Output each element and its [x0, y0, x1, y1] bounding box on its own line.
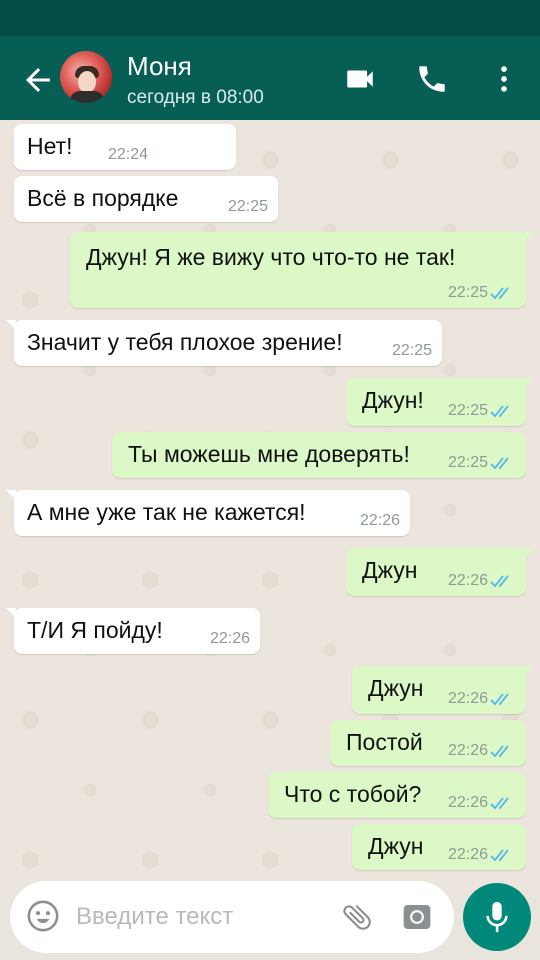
read-ticks-icon	[490, 405, 509, 418]
message-text: Всё в порядке	[27, 185, 179, 211]
message-incoming[interactable]: А мне уже так не кажется! 22:26	[6, 490, 410, 536]
message-time: 22:25	[447, 284, 488, 301]
message-time: 22:25	[447, 402, 488, 419]
message-time: 22:24	[107, 146, 148, 163]
message-time: 22:26	[447, 846, 488, 863]
message-incoming[interactable]: Всё в порядке 22:25	[14, 176, 278, 222]
message-time: 22:26	[447, 742, 488, 759]
message-time: 22:26	[209, 630, 250, 647]
more-vert-icon[interactable]	[486, 62, 522, 96]
message-time: 22:26	[359, 512, 400, 529]
message-incoming[interactable]: Нет! 22:24	[14, 124, 236, 170]
message-outgoing[interactable]: Джун 22:26	[352, 824, 526, 870]
message-outgoing[interactable]: Джун 22:26	[352, 666, 534, 714]
message-outgoing[interactable]: Джун 22:26	[346, 548, 534, 596]
last-seen-status: сегодня в 08:00	[127, 87, 264, 108]
message-time: 22:26	[447, 572, 488, 589]
video-call-icon[interactable]	[342, 62, 378, 96]
back-arrow-icon[interactable]	[20, 62, 56, 98]
message-list[interactable]: Нет! 22:24 Всё в порядке 22:25 Джун! Я ж…	[0, 120, 540, 890]
message-incoming[interactable]: Значит у тебя плохое зрение! 22:25	[6, 320, 442, 366]
message-input[interactable]	[76, 891, 326, 943]
message-text: Значит у тебя плохое зрение!	[27, 329, 343, 355]
message-text: Постой	[346, 729, 423, 755]
emoji-icon[interactable]	[26, 899, 60, 933]
read-ticks-icon	[490, 745, 509, 758]
contact-name[interactable]: Моня	[127, 51, 192, 82]
message-text: Джун! Я же вижу что что-то не так!	[86, 244, 456, 270]
avatar[interactable]	[60, 51, 112, 103]
message-text: Ты можешь мне доверять!	[128, 441, 410, 467]
message-text: А мне уже так не кажется!	[27, 499, 306, 525]
phone-icon[interactable]	[414, 62, 450, 96]
message-outgoing[interactable]: Ты можешь мне доверять! 22:25	[112, 432, 526, 478]
read-ticks-icon	[490, 693, 509, 706]
read-ticks-icon	[490, 287, 509, 300]
status-bar	[0, 0, 540, 36]
camera-icon[interactable]	[400, 901, 434, 933]
message-outgoing[interactable]: Что с тобой? 22:26	[268, 772, 526, 818]
message-text: Джун	[368, 833, 424, 859]
chat-header: Моня сегодня в 08:00	[0, 36, 540, 120]
message-time: 22:26	[447, 690, 488, 707]
message-text: Джун	[362, 557, 418, 583]
message-outgoing[interactable]: Джун! 22:25	[346, 378, 534, 426]
message-time: 22:26	[447, 794, 488, 811]
message-text: Что с тобой?	[284, 781, 422, 807]
attach-icon[interactable]	[340, 899, 374, 935]
message-time: 22:25	[391, 342, 432, 359]
message-text: Т/И Я пойду!	[27, 617, 163, 643]
read-ticks-icon	[490, 849, 509, 862]
message-text: Джун	[368, 675, 424, 701]
message-time: 22:25	[447, 454, 488, 471]
read-ticks-icon	[490, 575, 509, 588]
message-composer	[10, 881, 454, 953]
message-time: 22:25	[227, 198, 268, 215]
message-incoming[interactable]: Т/И Я пойду! 22:26	[6, 608, 260, 654]
read-ticks-icon	[490, 457, 509, 470]
read-ticks-icon	[490, 797, 509, 810]
message-outgoing[interactable]: Постой 22:26	[330, 720, 526, 766]
message-text: Нет!	[27, 133, 73, 159]
mic-icon	[486, 901, 508, 933]
message-outgoing[interactable]: Джун! Я же вижу что что-то не так! 22:25	[70, 232, 534, 308]
mic-button[interactable]	[463, 883, 531, 951]
message-text: Джун!	[362, 387, 424, 413]
